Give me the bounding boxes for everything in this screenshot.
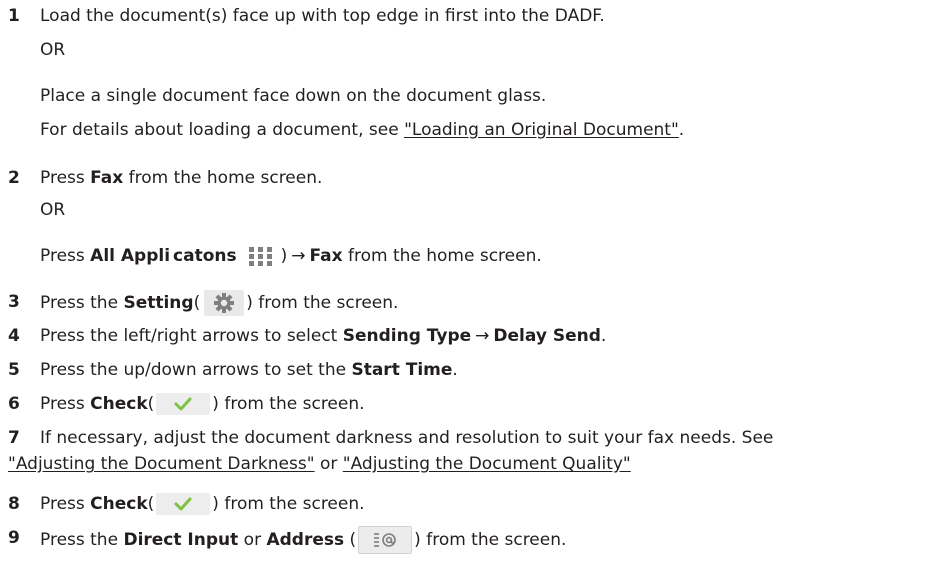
or-label: OR <box>40 200 66 220</box>
direct-input-label: Direct Input <box>123 530 239 550</box>
open-paren: ( <box>147 394 155 414</box>
text-pre: Press the up/down arrows to set the <box>40 360 352 380</box>
text-post: from the screen. <box>218 394 365 414</box>
step-alt-text: Place a single document face down on the… <box>40 86 547 106</box>
step-number: 6 <box>8 394 20 414</box>
check-label: Check <box>90 394 148 414</box>
close-paren: ) <box>212 494 219 514</box>
fax-label: Fax <box>90 168 124 188</box>
setting-label: Setting <box>123 293 194 313</box>
step-number: 1 <box>8 6 20 26</box>
text-post: . <box>452 360 458 380</box>
step-text: If necessary, adjust the document darkne… <box>40 428 774 448</box>
text-post: from the home screen. <box>123 168 323 188</box>
right-arrow-icon: → <box>475 326 490 346</box>
adjusting-quality-link[interactable]: "Adjusting the Document Quality" <box>343 454 631 474</box>
loading-original-document-link[interactable]: "Loading an Original Document" <box>404 120 679 140</box>
text-pre: Press <box>40 168 91 188</box>
address-label: Address <box>266 530 345 550</box>
check-icon <box>156 493 211 515</box>
text-pre: Press the <box>40 293 124 313</box>
details-post: . <box>678 120 685 140</box>
open-paren: ( <box>147 494 155 514</box>
fax-instructions: 1 Load the document(s) face up with top … <box>0 0 951 570</box>
all-applications-label-part1: All Appli <box>90 246 171 266</box>
text-post: from the screen. <box>420 530 567 550</box>
text-pre: Press <box>40 246 91 266</box>
text-post: from the screen. <box>218 494 365 514</box>
details-pre: For details about loading a document, se… <box>40 120 405 140</box>
step-number: 8 <box>8 494 20 514</box>
step-text: Press the up/down arrows to set the Star… <box>40 358 458 382</box>
apps-icon <box>243 244 279 268</box>
step-text: Press Check() from the screen. <box>40 392 365 416</box>
step-text: Press Check() from the screen. <box>40 492 365 516</box>
details-line: For details about loading a document, se… <box>40 118 684 142</box>
close-paren: ) <box>280 246 288 266</box>
step-text: Press Fax from the home screen. <box>40 166 322 190</box>
text-post: . <box>600 326 607 346</box>
step-text: Press the left/right arrows to select Se… <box>40 324 606 348</box>
gear-icon <box>204 290 245 316</box>
close-paren: ) <box>246 293 253 313</box>
fax-label: Fax <box>309 246 343 266</box>
open-paren: ( <box>193 293 201 313</box>
text-pre: Press the left/right arrows to select <box>40 326 343 346</box>
all-applications-label-part2: catons <box>173 246 237 266</box>
step-number: 5 <box>8 360 20 380</box>
step-alt-text: Press All Appli catons) → Fax from the home… <box>40 244 542 268</box>
delay-send-label: Delay Send <box>493 326 601 346</box>
step-number: 4 <box>8 326 20 346</box>
sending-type-label: Sending Type <box>342 326 472 346</box>
check-label: Check <box>90 494 148 514</box>
or-label: OR <box>40 40 66 60</box>
step-number: 2 <box>8 168 20 188</box>
text-post: from the screen. <box>252 293 399 313</box>
address-book-icon <box>358 526 413 554</box>
text-pre: Press the <box>40 530 124 550</box>
step-links-line: "Adjusting the Document Darkness" or "Ad… <box>8 452 631 476</box>
step-text: Press the Setting() from the screen. <box>40 290 398 316</box>
close-paren: ) <box>414 530 421 550</box>
close-paren: ) <box>212 394 219 414</box>
step-number: 3 <box>8 292 20 312</box>
right-arrow-icon: → <box>291 246 306 266</box>
step-number: 9 <box>8 528 20 548</box>
text-post: from the home screen. <box>342 246 542 266</box>
text-mid: or <box>238 530 267 550</box>
text-mid: or <box>314 454 343 474</box>
open-paren: ( <box>344 530 357 550</box>
step-text: Load the document(s) face up with top ed… <box>40 6 605 26</box>
start-time-label: Start Time <box>351 360 453 380</box>
adjusting-darkness-link[interactable]: "Adjusting the Document Darkness" <box>8 454 315 474</box>
step-text: Press the Direct Input or Address () fro… <box>40 526 566 554</box>
check-icon <box>156 393 211 415</box>
text-pre: Press <box>40 494 91 514</box>
text-pre: Press <box>40 394 91 414</box>
step-number: 7 <box>8 428 20 448</box>
